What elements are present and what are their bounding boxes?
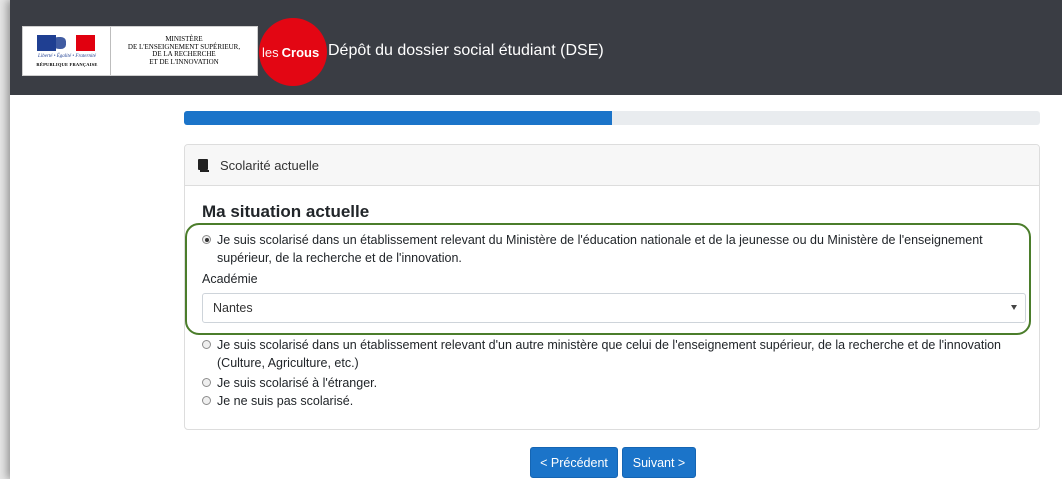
next-button[interactable]: Suivant > xyxy=(622,447,696,478)
republic-name: RÉPUBLIQUE FRANÇAISE xyxy=(36,62,98,67)
option-autre-ministere[interactable]: Je suis scolarisé dans un établissement … xyxy=(202,336,1035,372)
caret-down-icon xyxy=(1011,305,1017,310)
ministry-logo: Liberté • Égalité • Fraternité RÉPUBLIQU… xyxy=(22,26,258,76)
app-title: Dépôt du dossier social étudiant (DSE) xyxy=(328,42,604,59)
marianne-flag-icon xyxy=(37,35,95,51)
card-header: Scolarité actuelle xyxy=(185,145,1039,186)
republic-emblem: Liberté • Égalité • Fraternité RÉPUBLIQU… xyxy=(23,27,111,75)
card-header-title: Scolarité actuelle xyxy=(220,157,319,173)
academie-selected-value: Nantes xyxy=(213,301,253,315)
option-label: Je suis scolarisé dans un établissement … xyxy=(217,338,1002,370)
academie-label: Académie xyxy=(202,272,258,286)
crous-name: Crous xyxy=(281,44,320,60)
republic-motto: Liberté • Égalité • Fraternité xyxy=(38,54,96,59)
radio-button[interactable] xyxy=(202,340,211,349)
progress-bar xyxy=(184,111,1040,125)
previous-button[interactable]: < Précédent xyxy=(530,447,618,478)
crous-logo[interactable]: les Crous xyxy=(259,18,327,86)
option-label: Je ne suis pas scolarisé. xyxy=(217,394,354,408)
browser-window: Liberté • Égalité • Fraternité RÉPUBLIQU… xyxy=(10,0,1062,479)
radio-button[interactable] xyxy=(202,378,211,387)
book-icon xyxy=(198,158,210,172)
ministry-name: MINISTÈRE DE L'ENSEIGNEMENT SUPÉRIEUR, D… xyxy=(127,35,241,66)
option-education-nationale[interactable]: Je suis scolarisé dans un établissement … xyxy=(202,231,1035,267)
top-header-bar: Liberté • Égalité • Fraternité RÉPUBLIQU… xyxy=(10,0,1062,95)
option-non-scolarise[interactable]: Je ne suis pas scolarisé. xyxy=(202,392,353,410)
section-title: Ma situation actuelle xyxy=(202,202,370,221)
crous-prefix: les xyxy=(262,44,279,60)
option-etranger[interactable]: Je suis scolarisé à l'étranger. xyxy=(202,374,377,392)
radio-button[interactable] xyxy=(202,235,211,244)
scolarite-card: Scolarité actuelle Ma situation actuelle… xyxy=(184,144,1040,430)
academie-select[interactable]: Nantes xyxy=(202,293,1026,323)
radio-button[interactable] xyxy=(202,396,211,405)
progress-fill xyxy=(184,111,612,125)
option-label: Je suis scolarisé à l'étranger. xyxy=(217,376,378,390)
option-label: Je suis scolarisé dans un établissement … xyxy=(217,233,983,265)
